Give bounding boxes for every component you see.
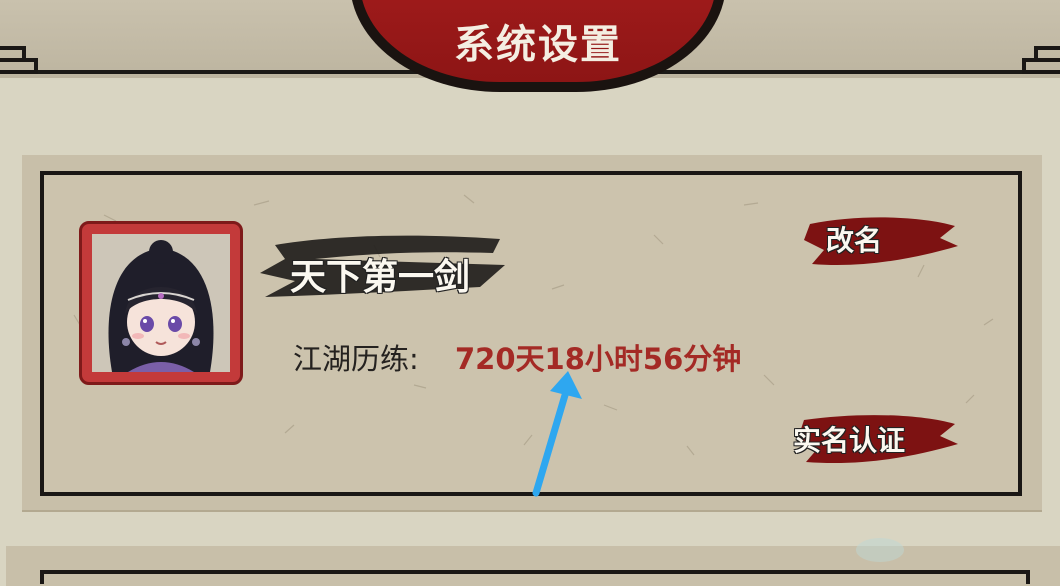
next-card-border-left	[40, 570, 44, 584]
page-title: 系统设置	[454, 22, 622, 68]
avatar[interactable]	[92, 234, 230, 372]
experience-value: 720天18小时56分钟	[455, 342, 742, 376]
corner-ornament-right	[1022, 46, 1060, 74]
avatar-portrait-icon	[92, 234, 230, 372]
next-card-border	[40, 570, 1030, 574]
next-card-border-right	[1026, 570, 1030, 584]
decorative-cloud	[856, 538, 904, 562]
player-name: 天下第一剑	[290, 257, 471, 298]
annotation-arrow-icon	[532, 371, 582, 497]
rename-button[interactable]: 改名	[826, 219, 882, 259]
verify-identity-button[interactable]: 实名认证	[793, 419, 905, 459]
corner-ornament-left	[0, 46, 38, 74]
experience-label: 江湖历练:	[293, 342, 419, 376]
